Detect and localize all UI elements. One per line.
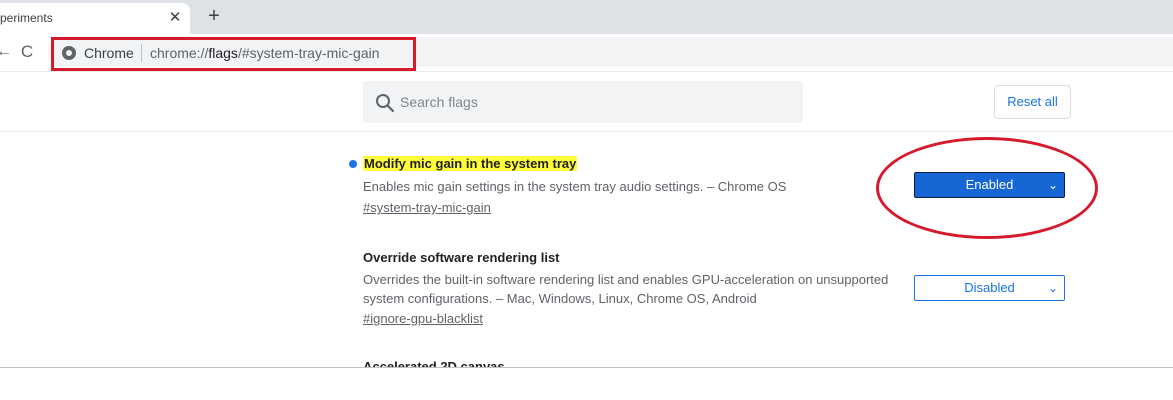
reset-all-button[interactable]: Reset all [994, 85, 1071, 119]
flag-anchor-link[interactable]: #ignore-gpu-blacklist [363, 311, 483, 326]
tab-title: periments [0, 11, 53, 25]
plus-icon[interactable]: + [203, 5, 225, 27]
flag-state-select[interactable]: Disabled ⌄ [914, 275, 1065, 301]
flag-title: Modify mic gain in the system tray [363, 156, 578, 171]
select-annotation-ellipse [876, 137, 1098, 239]
flag-state-value: Disabled [964, 280, 1015, 295]
back-arrow-icon[interactable]: ← [0, 42, 12, 62]
search-icon [376, 94, 395, 113]
flag-anchor-link[interactable]: #system-tray-mic-gain [363, 200, 491, 215]
flag-title: Accelerated 2D canvas [363, 359, 505, 367]
reload-icon[interactable]: C [16, 41, 38, 63]
address-bar-annotation [51, 37, 416, 71]
close-icon[interactable]: ✕ [166, 9, 184, 27]
flag-title: Override software rendering list [363, 250, 560, 265]
search-input[interactable] [400, 90, 790, 114]
chevron-down-icon: ⌄ [1047, 281, 1058, 295]
bottom-blank-area [0, 368, 1173, 400]
modified-indicator-dot [349, 160, 357, 168]
flag-description: Overrides the built-in software renderin… [363, 272, 889, 306]
tab-experiments[interactable]: periments ✕ [0, 3, 190, 34]
flag-description: Enables mic gain settings in the system … [363, 179, 787, 194]
tab-strip: periments ✕ + [0, 0, 1173, 34]
